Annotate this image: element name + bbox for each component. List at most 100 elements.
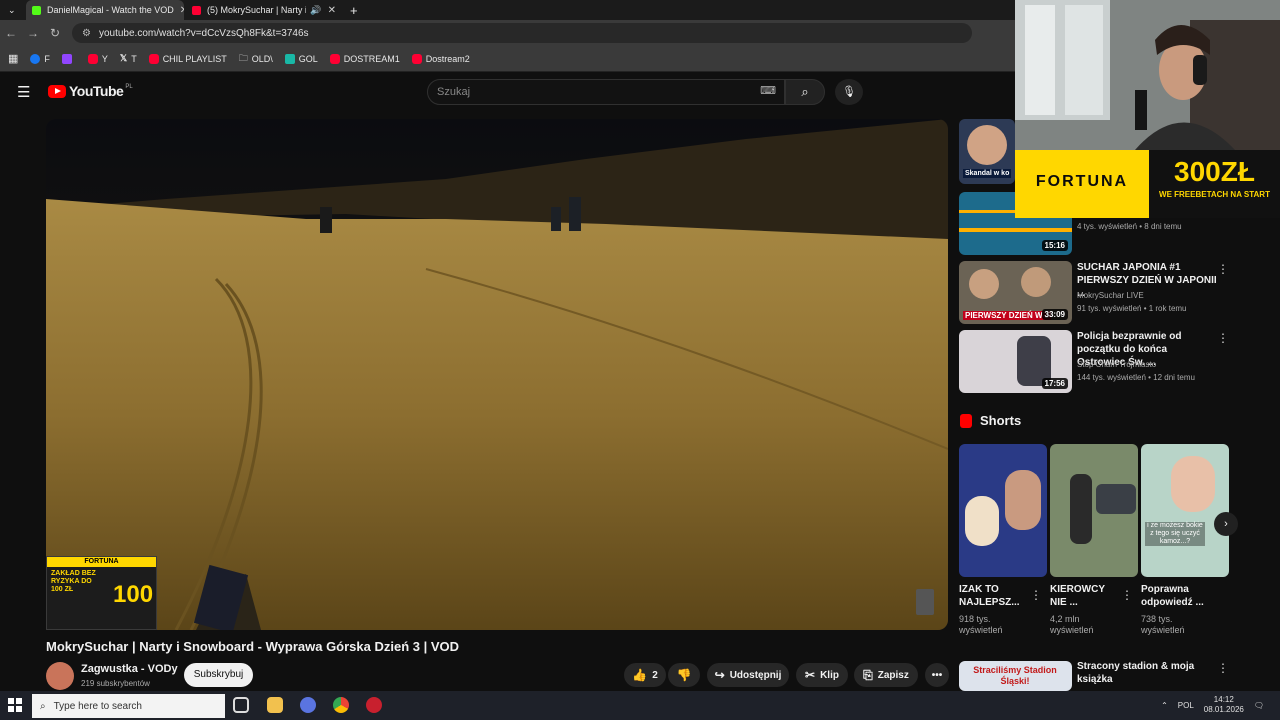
bookmark-gol[interactable]: GOL	[284, 53, 318, 64]
chevron-down-icon: ⌄	[8, 4, 16, 15]
tab-danielmagical[interactable]: DanielMagical - Watch the VOD ✕	[26, 0, 184, 20]
new-tab-button[interactable]: +	[344, 0, 364, 20]
bookmark-x[interactable]: 𝕏T	[120, 53, 137, 64]
x-icon: 𝕏	[119, 53, 128, 63]
bookmark-facebook[interactable]: F	[30, 53, 50, 64]
site-info-icon[interactable]: ⚙	[82, 28, 91, 39]
recommended-channel[interactable]: Stop Cham Trójmiasto	[1077, 359, 1156, 370]
recommended-channel[interactable]: MokrySuchar LIVE	[1077, 290, 1144, 301]
youtube-icon	[329, 53, 340, 64]
short-title[interactable]: KIEROWCY NIE ...	[1050, 583, 1120, 609]
person-face	[1021, 267, 1051, 297]
save-button[interactable]: ⎘ Zapisz	[854, 663, 918, 687]
bookmark-folder-old[interactable]: 🗀 OLD\	[239, 51, 273, 67]
input-language[interactable]: POL	[1178, 701, 1194, 710]
youtube-header: ☰ YouTube PL Szukaj ⌨ ⌕ 🎙	[0, 73, 1015, 111]
thumbnail-caption: Straciliśmy Stadion Śląski!	[973, 665, 1057, 686]
bookmark-dostream2[interactable]: Dostream2	[411, 53, 470, 64]
webcam-frame	[1015, 0, 1280, 150]
youtube-logo[interactable]: YouTube PL	[48, 83, 133, 99]
promo-amount: 100	[113, 581, 154, 608]
microphone-icon: 🎙	[842, 86, 856, 98]
thumbs-down-icon: 👎	[676, 668, 692, 682]
youtube-icon	[148, 53, 159, 64]
short-title[interactable]: IZAK TO NAJLEPSZ...	[959, 583, 1029, 609]
short-views: 918 tys. wyświetleń	[959, 614, 1003, 635]
back-icon[interactable]: ←	[0, 26, 22, 40]
file-explorer-icon[interactable]	[267, 697, 283, 713]
youtube-icon	[87, 53, 98, 64]
more-vert-icon[interactable]: ⋮	[1217, 661, 1229, 675]
like-button[interactable]: 👍 2	[624, 663, 666, 687]
video-duration: 33:09	[1041, 309, 1068, 320]
recommended-thumbnail[interactable]: Straciliśmy Stadion Śląski!	[959, 661, 1072, 691]
promo-overlay[interactable]: FORTUNA ZAKŁAD BEZ RYZYKA DO 100 ZŁ 100	[46, 556, 157, 630]
sponsor-amount: 300ZŁ	[1174, 156, 1255, 187]
channel-name[interactable]: Zagwustka - VODy	[81, 663, 178, 675]
recommended-thumbnail[interactable]: Skandal w ko	[959, 119, 1015, 184]
app-icon[interactable]	[366, 697, 382, 713]
country-code: PL	[125, 84, 133, 90]
sponsor-brand: FORTUNA	[1015, 150, 1149, 218]
short-thumbnail[interactable]: i ze możesz bokie z tego się uczyć kamoz…	[1141, 444, 1229, 577]
channel-avatar[interactable]	[46, 662, 74, 690]
close-icon[interactable]: ✕	[174, 5, 184, 16]
youtube-play-icon	[48, 84, 66, 98]
voice-search-button[interactable]: 🎙	[835, 79, 863, 105]
save-label: Zapisz	[877, 669, 909, 681]
recommended-thumbnail[interactable]: PIERWSZY DZIEŃ W J 33:09	[959, 261, 1072, 324]
short-thumbnail[interactable]	[1050, 444, 1138, 577]
task-view-icon[interactable]	[233, 697, 249, 713]
more-vert-icon[interactable]: ⋮	[1217, 331, 1229, 345]
search-button[interactable]: ⌕	[785, 79, 825, 105]
chrome-icon[interactable]	[333, 697, 349, 713]
gol-icon	[284, 53, 295, 64]
dislike-button[interactable]: 👎	[668, 663, 700, 687]
discord-icon[interactable]	[300, 697, 316, 713]
subscribe-button[interactable]: Subskrybuj	[184, 663, 253, 687]
close-icon[interactable]: ✕	[322, 5, 336, 16]
taskbar-search-input[interactable]: ⌕ Type here to search	[32, 694, 225, 718]
clip-label: Klip	[820, 669, 839, 681]
notification-icon[interactable]: 🗨	[1254, 701, 1264, 710]
share-button[interactable]: ↪ Udostępnij	[707, 663, 789, 687]
like-count: 2	[652, 669, 658, 681]
car-figure	[1096, 484, 1136, 514]
more-vert-icon[interactable]: ⋮	[1030, 588, 1042, 602]
bookmark-youtube[interactable]: Y	[87, 53, 108, 64]
bookmark-label: Y	[101, 53, 108, 64]
short-title[interactable]: Poprawna odpowiedź ...	[1141, 583, 1211, 609]
video-player[interactable]	[46, 119, 948, 630]
bookmark-label: F	[44, 53, 50, 64]
short-thumbnail[interactable]	[959, 444, 1047, 577]
reload-icon[interactable]: ↻	[44, 26, 66, 40]
person-face	[969, 269, 999, 299]
clip-button[interactable]: ✂ Klip	[796, 663, 848, 687]
apps-icon[interactable]: ▦	[8, 52, 18, 65]
thumbnail-caption: PIERWSZY DZIEŃ W J	[963, 311, 1052, 320]
keyboard-icon[interactable]: ⌨	[760, 84, 776, 97]
tab-list-button[interactable]: ⌄	[2, 0, 24, 20]
recommended-title[interactable]: Stracony stadion & moja książka	[1077, 660, 1217, 686]
url-field[interactable]: ⚙ youtube.com/watch?v=dCcVzsQh8Fk&t=3746…	[72, 23, 972, 43]
speaker-icon[interactable]: 🔊	[310, 5, 321, 16]
bookmark-dostream1[interactable]: DOSTREAM1	[329, 53, 400, 64]
chevron-up-icon[interactable]: ⌃	[1161, 701, 1168, 710]
menu-icon[interactable]: ☰	[17, 83, 30, 101]
short-views: 738 tys. wyświetleń	[1141, 614, 1185, 635]
shorts-next-button[interactable]: ›	[1214, 512, 1238, 536]
bookmark-label: OLD\	[251, 53, 273, 64]
short-views: 4,2 mln wyświetleń	[1050, 614, 1094, 635]
bookmark-chil-playlist[interactable]: CHIL PLAYLIST	[148, 53, 227, 64]
search-input[interactable]: Szukaj ⌨	[427, 79, 785, 105]
recommended-thumbnail[interactable]: 17:56	[959, 330, 1072, 393]
bookmark-twitch[interactable]	[61, 53, 76, 64]
more-actions-button[interactable]: •••	[925, 663, 949, 687]
tab-youtube[interactable]: (5) MokrySuchar | Narty i Sno 🔊 ✕	[186, 0, 342, 20]
windows-start-icon[interactable]	[8, 698, 22, 712]
forward-icon[interactable]: →	[22, 26, 44, 40]
more-vert-icon[interactable]: ⋮	[1217, 262, 1229, 276]
sponsor-banner: FORTUNA 300ZŁ WE FREEBETACH NA START	[1015, 150, 1280, 218]
more-vert-icon[interactable]: ⋮	[1121, 588, 1133, 602]
clock[interactable]: 14:12 08.01.2026	[1204, 695, 1244, 715]
